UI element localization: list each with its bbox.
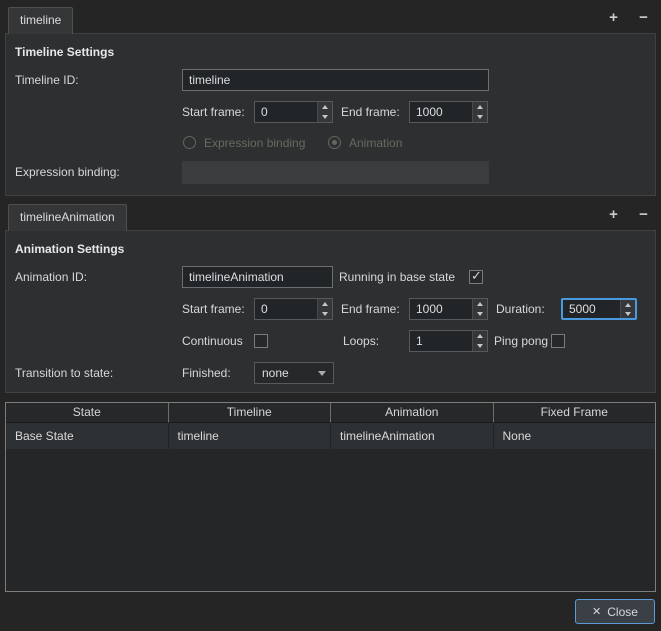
column-header-fixed-frame[interactable]: Fixed Frame — [493, 403, 655, 423]
expression-binding-radio-label: Expression binding — [204, 136, 306, 150]
continuous-label: Continuous — [182, 334, 243, 348]
end-frame-input[interactable] — [410, 299, 472, 319]
spin-down-button[interactable] — [473, 309, 487, 319]
running-in-base-state-label: Running in base state — [339, 270, 456, 284]
chevron-down-icon — [477, 344, 483, 348]
spin-buttons — [472, 299, 487, 319]
timeline-settings-panel: Timeline Settings Timeline ID: Start fra… — [5, 33, 656, 196]
minus-icon: − — [639, 206, 648, 223]
table-row[interactable]: Base State timeline timelineAnimation No… — [6, 423, 655, 449]
loops-spinbox — [409, 330, 488, 352]
spin-down-button[interactable] — [473, 112, 487, 122]
spin-up-button[interactable] — [473, 331, 487, 341]
transition-to-state-label: Transition to state: — [15, 366, 114, 380]
spin-down-button[interactable] — [621, 309, 635, 318]
states-table: State Timeline Animation Fixed Frame Bas… — [5, 402, 656, 592]
loops-label: Loops: — [343, 334, 380, 348]
start-frame-input[interactable] — [255, 299, 317, 319]
duration-label: Duration: — [496, 302, 545, 316]
ping-pong-checkbox[interactable] — [551, 334, 565, 348]
finished-dropdown-value: none — [262, 366, 289, 380]
timeline-settings-title: Timeline Settings — [15, 45, 115, 59]
end-frame-label: End frame: — [341, 105, 400, 119]
chevron-up-icon — [625, 302, 631, 307]
spin-up-button[interactable] — [621, 300, 635, 309]
spin-up-button[interactable] — [473, 102, 487, 112]
expression-binding-radio[interactable] — [183, 136, 196, 149]
timeline-id-input[interactable] — [182, 69, 489, 91]
close-x-icon: ✕ — [592, 606, 602, 618]
spin-up-button[interactable] — [318, 102, 332, 112]
remove-timeline-button[interactable]: − — [635, 9, 652, 27]
start-frame-label: Start frame: — [182, 105, 245, 119]
chevron-up-icon — [477, 302, 483, 306]
cell-state[interactable]: Base State — [6, 423, 169, 449]
start-frame-input[interactable] — [255, 102, 317, 122]
cell-animation[interactable]: timelineAnimation — [331, 423, 494, 449]
timeline-panel-toolbar: + − — [605, 9, 652, 27]
cell-fixed-frame[interactable]: None — [494, 423, 656, 449]
animation-radio-label: Animation — [349, 136, 403, 150]
spin-buttons — [620, 300, 635, 318]
continuous-checkbox[interactable] — [254, 334, 268, 348]
column-header-timeline[interactable]: Timeline — [168, 403, 331, 423]
start-frame-label: Start frame: — [182, 302, 245, 316]
chevron-up-icon — [477, 334, 483, 338]
close-button-label: Close — [607, 604, 638, 619]
chevron-down-icon — [322, 312, 328, 316]
column-header-animation[interactable]: Animation — [331, 403, 494, 423]
animation-radio[interactable] — [328, 136, 341, 149]
plus-icon: + — [609, 9, 618, 26]
spin-down-button[interactable] — [318, 112, 332, 122]
spin-up-button[interactable] — [318, 299, 332, 309]
finished-label: Finished: — [182, 366, 231, 380]
tab-timeline-animation[interactable]: timelineAnimation — [8, 204, 127, 231]
animation-settings-panel: Animation Settings Animation ID: Running… — [5, 230, 656, 393]
add-timeline-button[interactable]: + — [605, 9, 622, 27]
cell-timeline[interactable]: timeline — [169, 423, 331, 449]
chevron-down-icon — [318, 371, 326, 376]
spin-buttons — [317, 299, 332, 319]
animation-settings-title: Animation Settings — [15, 242, 125, 256]
animation-start-frame-spinbox — [254, 298, 333, 320]
spin-buttons — [472, 102, 487, 122]
end-frame-input[interactable] — [410, 102, 472, 122]
chevron-down-icon — [477, 312, 483, 316]
chevron-up-icon — [322, 302, 328, 306]
loops-input[interactable] — [410, 331, 472, 351]
spin-down-button[interactable] — [318, 309, 332, 319]
remove-animation-button[interactable]: − — [635, 206, 652, 224]
expression-binding-label: Expression binding: — [15, 165, 120, 179]
close-button[interactable]: ✕ Close — [575, 599, 655, 624]
end-frame-spinbox — [409, 101, 488, 123]
spin-up-button[interactable] — [473, 299, 487, 309]
expression-binding-input — [182, 161, 489, 184]
chevron-down-icon — [625, 311, 631, 316]
spin-buttons — [317, 102, 332, 122]
animation-id-input[interactable] — [182, 266, 333, 288]
minus-icon: − — [639, 9, 648, 26]
duration-spinbox — [561, 298, 637, 320]
states-table-header: State Timeline Animation Fixed Frame — [6, 403, 655, 423]
end-frame-label: End frame: — [341, 302, 400, 316]
chevron-up-icon — [322, 105, 328, 109]
running-in-base-state-checkbox[interactable] — [469, 268, 483, 284]
ping-pong-label: Ping pong — [494, 334, 549, 348]
animation-end-frame-spinbox — [409, 298, 488, 320]
chevron-down-icon — [322, 115, 328, 119]
animation-id-label: Animation ID: — [15, 270, 88, 284]
finished-dropdown[interactable]: none — [254, 362, 334, 384]
spin-down-button[interactable] — [473, 341, 487, 351]
column-header-state[interactable]: State — [6, 403, 169, 423]
spin-buttons — [472, 331, 487, 351]
animation-panel-toolbar: + − — [605, 206, 652, 224]
plus-icon: + — [609, 206, 618, 223]
chevron-down-icon — [477, 115, 483, 119]
start-frame-spinbox — [254, 101, 333, 123]
duration-input[interactable] — [563, 300, 620, 318]
tab-timeline[interactable]: timeline — [8, 7, 74, 34]
timeline-id-label: Timeline ID: — [15, 73, 79, 87]
chevron-up-icon — [477, 105, 483, 109]
add-animation-button[interactable]: + — [605, 206, 622, 224]
